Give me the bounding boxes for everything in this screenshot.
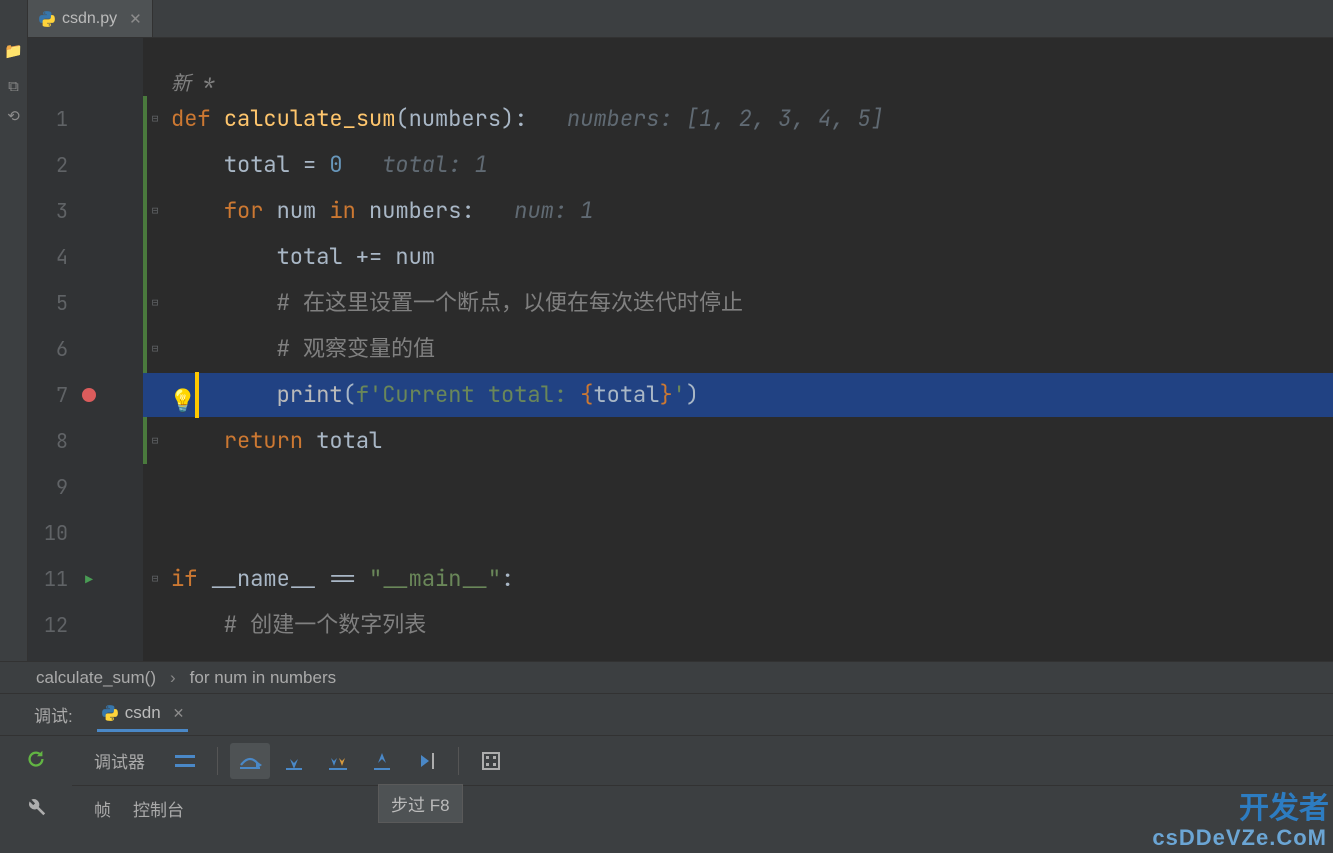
inline-hint: numbers: [1, 2, 3, 4, 5]: [527, 104, 883, 133]
debug-sidebar: [0, 736, 72, 853]
run-icon[interactable]: ▶: [85, 571, 93, 588]
editor-tab[interactable]: csdn.py ✕: [28, 0, 153, 37]
evaluate-icon[interactable]: [471, 743, 511, 779]
wrench-icon[interactable]: [25, 796, 47, 818]
threads-icon[interactable]: [165, 743, 205, 779]
line-number: 7: [28, 382, 76, 408]
step-into-my-icon[interactable]: [318, 743, 358, 779]
debug-label: 调试:: [34, 702, 73, 727]
line-number: 8: [28, 428, 76, 454]
left-toolbar: 📁 ⧉ ⟲: [0, 0, 28, 661]
gutter[interactable]: 1 2 3 4 5 6 7 8 9 10 11 ▶ 12: [28, 38, 143, 661]
debugger-tab[interactable]: 调试器: [94, 748, 145, 773]
debug-session-tab[interactable]: csdn ✕: [97, 697, 189, 732]
python-icon: [101, 704, 119, 722]
breadcrumb[interactable]: calculate_sum() › for num in numbers: [0, 661, 1333, 693]
structure-icon[interactable]: ⧉: [8, 78, 19, 95]
inline-hint: total: 1: [343, 150, 488, 179]
line-number: 12: [28, 612, 76, 638]
editor-tab-bar: csdn.py ✕: [28, 0, 1333, 38]
step-over-icon[interactable]: [230, 743, 270, 779]
line-number: 9: [28, 474, 76, 500]
line-number: 1: [28, 106, 76, 132]
line-number: 11: [28, 566, 76, 592]
tab-filename: csdn.py: [62, 10, 117, 28]
step-into-icon[interactable]: [274, 743, 314, 779]
debug-toolbar: 调试器: [72, 736, 1333, 786]
line-number: 3: [28, 198, 76, 224]
line-number: 5: [28, 290, 76, 316]
breadcrumb-item[interactable]: for num in numbers: [190, 668, 336, 688]
line-number: 10: [28, 520, 76, 546]
settings-icon[interactable]: ⟲: [7, 107, 20, 125]
close-icon[interactable]: ✕: [173, 705, 185, 722]
line-number: 6: [28, 336, 76, 362]
breadcrumb-item[interactable]: calculate_sum(): [36, 668, 156, 688]
console-tab[interactable]: 控制台: [133, 796, 184, 821]
breakpoint-icon[interactable]: [82, 388, 96, 402]
python-icon: [38, 10, 56, 28]
frames-tab[interactable]: 帧: [94, 796, 111, 821]
folder-icon[interactable]: 📁: [4, 42, 23, 60]
line-number: 4: [28, 244, 76, 270]
watermark: 开发者: [1239, 783, 1329, 827]
run-to-cursor-icon[interactable]: [406, 743, 446, 779]
watermark: csDDeVZe.CoM: [1152, 825, 1327, 851]
inline-hint: num: 1: [475, 196, 594, 225]
close-icon[interactable]: ✕: [129, 10, 142, 28]
code-editor[interactable]: ⊟ ⊟ ⊟ ⊟ ⊟ ⊟ 💡 新 *: [143, 38, 1333, 661]
step-out-icon[interactable]: [362, 743, 402, 779]
rerun-icon[interactable]: [25, 748, 47, 770]
line-number: 2: [28, 152, 76, 178]
chevron-right-icon: ›: [170, 668, 176, 688]
tooltip: 步过 F8: [378, 784, 463, 823]
debug-panel: 调试: csdn ✕ 调试器: [0, 693, 1333, 853]
